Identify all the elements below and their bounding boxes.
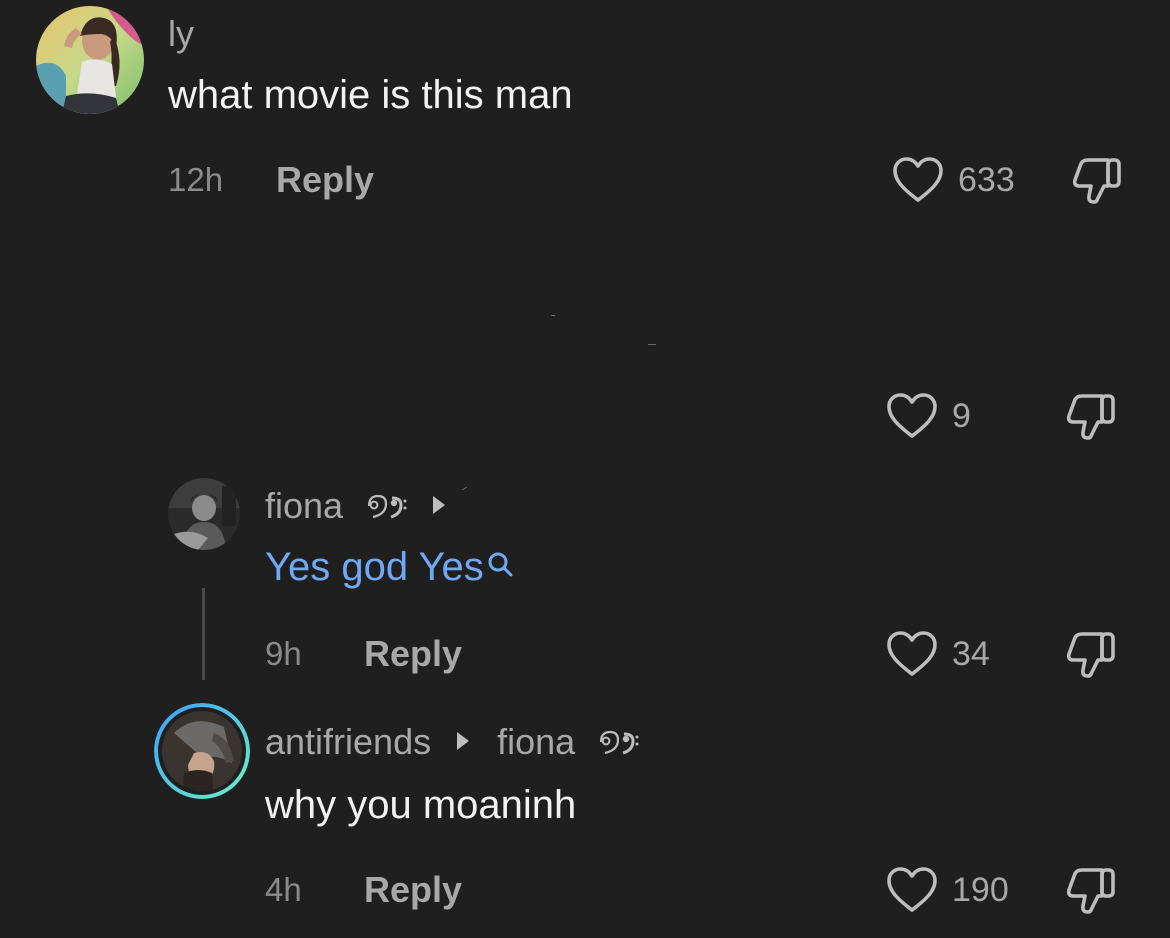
user-avatar-icon (168, 478, 240, 550)
like-button[interactable]: 190 (886, 866, 1009, 914)
reply-to-caret-icon (457, 732, 470, 751)
comment-username[interactable]: ly (168, 14, 194, 54)
like-count: 9 (952, 397, 971, 435)
thumbs-down-icon (1066, 868, 1115, 914)
divider-speck (648, 344, 656, 345)
heart-icon (893, 157, 943, 202)
search-icon[interactable] (486, 542, 514, 588)
dislike-button[interactable] (1064, 628, 1120, 687)
user-avatar-icon (154, 703, 250, 799)
username-text: antifriends (265, 721, 432, 762)
reply-to-username[interactable]: fiona (497, 721, 575, 762)
dislike-button[interactable] (1064, 864, 1120, 923)
reply-button[interactable]: Reply (364, 870, 462, 910)
divider-speck (551, 315, 555, 316)
dislike-button[interactable] (1064, 390, 1120, 449)
user-avatar-icon (36, 6, 144, 114)
thread-line (202, 588, 205, 680)
heart-icon (887, 867, 937, 912)
thumbs-down-icon (1066, 394, 1115, 440)
thumbs-down-icon (1066, 632, 1115, 678)
comment-timestamp: 4h (265, 871, 302, 908)
like-button[interactable]: 34 (886, 630, 990, 678)
avatar-ly[interactable] (36, 6, 144, 114)
comment-username[interactable]: fiona (265, 486, 463, 528)
like-button[interactable]: 633 (892, 156, 1015, 204)
comment-username[interactable]: antifriends fiona (265, 722, 639, 764)
search-link-text[interactable]: Yes god Yes (265, 545, 484, 589)
comment-timestamp: 9h (265, 635, 302, 672)
heart-icon (887, 631, 937, 676)
like-button[interactable]: 9 (886, 392, 971, 440)
comment-text: Yes god Yes (265, 544, 514, 590)
avatar-fiona[interactable] (168, 478, 240, 550)
comment-timestamp: 12h (168, 161, 224, 198)
like-count: 190 (952, 871, 1009, 909)
comment-text: what movie is this man (168, 73, 573, 117)
bass-clef-emoji-icon (365, 488, 407, 528)
reply-button[interactable]: Reply (276, 160, 374, 200)
reply-button[interactable]: Reply (364, 634, 462, 674)
dislike-button[interactable] (1070, 154, 1126, 213)
comment-text: why you moaninh (265, 783, 577, 827)
like-count: 633 (958, 161, 1015, 199)
like-count: 34 (952, 635, 990, 673)
avatar-antifriends-story-ring[interactable] (154, 703, 250, 799)
thumbs-down-icon (1072, 158, 1121, 204)
bass-clef-emoji-icon (597, 724, 639, 764)
play-caret-icon (433, 496, 446, 515)
username-text: fiona (265, 485, 344, 526)
heart-icon (887, 393, 937, 438)
